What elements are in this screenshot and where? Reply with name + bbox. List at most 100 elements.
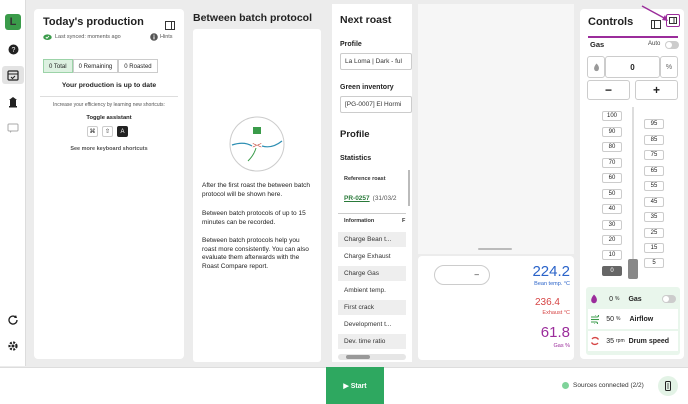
preset-80[interactable]: 80	[602, 142, 622, 152]
stat-row: Development t...	[344, 321, 392, 328]
reference-roast-header: Reference roast	[344, 176, 386, 182]
information-header-label: Information	[344, 218, 375, 224]
production-planner-icon[interactable]	[2, 66, 24, 84]
preset-35[interactable]: 35	[644, 212, 664, 222]
exhaust-label: Exhaust °C	[542, 310, 570, 316]
preset-90[interactable]: 90	[602, 127, 622, 137]
profile-select[interactable]: La Loma | Dark - ful	[340, 53, 412, 70]
preset-5[interactable]: 5	[644, 258, 664, 268]
settings-gear-icon[interactable]	[5, 338, 21, 354]
tab-remaining[interactable]: 0 Remaining	[72, 59, 119, 73]
drum-speed-value: 35	[606, 337, 614, 345]
preset-40[interactable]: 40	[602, 204, 622, 214]
shift-key: ⇧	[102, 126, 113, 137]
drum-rotation-icon	[590, 336, 600, 346]
device-icon[interactable]	[658, 376, 678, 396]
gas-slider-track[interactable]	[632, 107, 634, 277]
efficiency-text: Increase your efficiency by learning new…	[53, 102, 165, 108]
sources-label: Sources connected (2/2)	[573, 382, 644, 389]
protocol-text-3: Between batch protocols help you roast m…	[202, 237, 309, 270]
preset-95[interactable]: 95	[644, 119, 664, 129]
reference-roast-date: (31/03/2	[372, 195, 397, 202]
sync-icon[interactable]	[5, 312, 21, 328]
gas-value-label: Gas %	[553, 343, 570, 349]
more-shortcuts-link[interactable]: See more keyboard shortcuts	[34, 146, 184, 152]
hints-label: Hints	[160, 34, 173, 40]
controls-panel: Controls Gas Auto 0 % − + 100 90 80 70 6…	[580, 9, 684, 359]
protocol-text-1: After the first roast the between batch …	[202, 182, 311, 198]
start-button[interactable]: ▶ Start	[326, 367, 384, 404]
airflow-unit: %	[616, 316, 621, 322]
preset-30[interactable]: 30	[602, 220, 622, 230]
production-tabs: 0 Total 0 Remaining 0 Roasted	[43, 59, 158, 73]
app-logo: L	[5, 14, 21, 30]
production-status: Your production is up to date	[61, 82, 157, 89]
graph-mode-dropdown[interactable]: –	[434, 265, 490, 285]
info-icon	[150, 33, 158, 41]
gas-slider-handle[interactable]	[628, 259, 638, 279]
gas-row-toggle[interactable]	[662, 295, 676, 303]
preset-55[interactable]: 55	[644, 181, 664, 191]
auto-label: Auto	[648, 41, 661, 47]
gas-flame-icon	[591, 294, 597, 304]
stat-row: Charge Gas	[338, 266, 406, 281]
information-col2-header: F	[402, 218, 406, 224]
help-icon[interactable]: ?	[5, 41, 21, 57]
resize-handle[interactable]	[478, 248, 512, 250]
gas-unit: %	[660, 56, 678, 78]
horizontal-scrollbar[interactable]	[338, 354, 406, 360]
preset-65[interactable]: 65	[644, 166, 664, 176]
controls-title: Controls	[588, 16, 634, 28]
decrease-button[interactable]: −	[587, 80, 630, 100]
drum-speed-unit: rpm	[616, 338, 625, 344]
airflow-label: Airflow	[629, 315, 654, 323]
tutorial-arrow-top	[641, 5, 668, 21]
chat-icon[interactable]	[5, 120, 21, 136]
preset-70[interactable]: 70	[602, 158, 622, 168]
tab-roasted[interactable]: 0 Roasted	[118, 59, 158, 73]
information-header: Information F	[338, 214, 406, 229]
production-title: Today's production	[43, 16, 144, 28]
hints-button[interactable]: Hints	[150, 33, 173, 41]
toggle-assistant-label: Toggle assistant	[86, 115, 132, 121]
preset-100[interactable]: 100	[602, 111, 622, 121]
profile-label: Profile	[340, 41, 362, 48]
increase-button[interactable]: +	[635, 80, 678, 100]
flame-icon	[587, 56, 605, 78]
gas-label: Gas	[590, 40, 605, 49]
live-values-panel: – 224.2 Bean temp. °C 236.4 Exhaust °C 6…	[418, 256, 574, 360]
airflow-control-row[interactable]: 50 % Airflow	[588, 309, 678, 329]
gas-control-row[interactable]: 0 % Gas	[588, 289, 678, 309]
airflow-value: 50	[606, 315, 614, 323]
auto-toggle[interactable]	[665, 41, 679, 49]
preset-85[interactable]: 85	[644, 135, 664, 145]
sources-status[interactable]: Sources connected (2/2)	[562, 382, 644, 389]
preset-10[interactable]: 10	[602, 250, 622, 260]
reference-roast-link[interactable]: PR-0257	[344, 195, 370, 202]
tab-total[interactable]: 0 Total	[43, 59, 73, 73]
next-roast-title: Next roast	[340, 14, 392, 26]
roaster-icon[interactable]	[5, 94, 21, 110]
preset-60[interactable]: 60	[602, 173, 622, 183]
gas-input[interactable]: 0	[605, 56, 660, 78]
between-batch-panel: Between batch protocol >< After the firs…	[188, 4, 326, 362]
protocol-text-2: Between batch protocols of up to 15 minu…	[202, 210, 306, 226]
stat-row: First crack	[338, 300, 406, 315]
production-panel: Today's production Last synced: moments …	[34, 9, 184, 359]
airflow-icon	[591, 314, 600, 324]
stat-row: Charge Exhaust	[344, 253, 391, 260]
between-batch-title: Between batch protocol	[193, 12, 313, 24]
sync-status: Last synced: moments ago	[55, 33, 121, 40]
preset-15[interactable]: 15	[644, 243, 664, 253]
vertical-scrollbar[interactable]	[408, 170, 410, 206]
green-inventory-select[interactable]: [PG-0007] El Hormi	[340, 96, 412, 113]
preset-20[interactable]: 20	[602, 235, 622, 245]
preset-50[interactable]: 50	[602, 189, 622, 199]
preset-25[interactable]: 25	[644, 228, 664, 238]
roast-graph-area	[418, 4, 574, 254]
preset-75[interactable]: 75	[644, 150, 664, 160]
cmd-key: ⌘	[87, 126, 98, 137]
preset-45[interactable]: 45	[644, 197, 664, 207]
preset-0[interactable]: 0	[602, 266, 622, 276]
drum-speed-control-row[interactable]: 35 rpm Drum speed	[588, 331, 678, 351]
